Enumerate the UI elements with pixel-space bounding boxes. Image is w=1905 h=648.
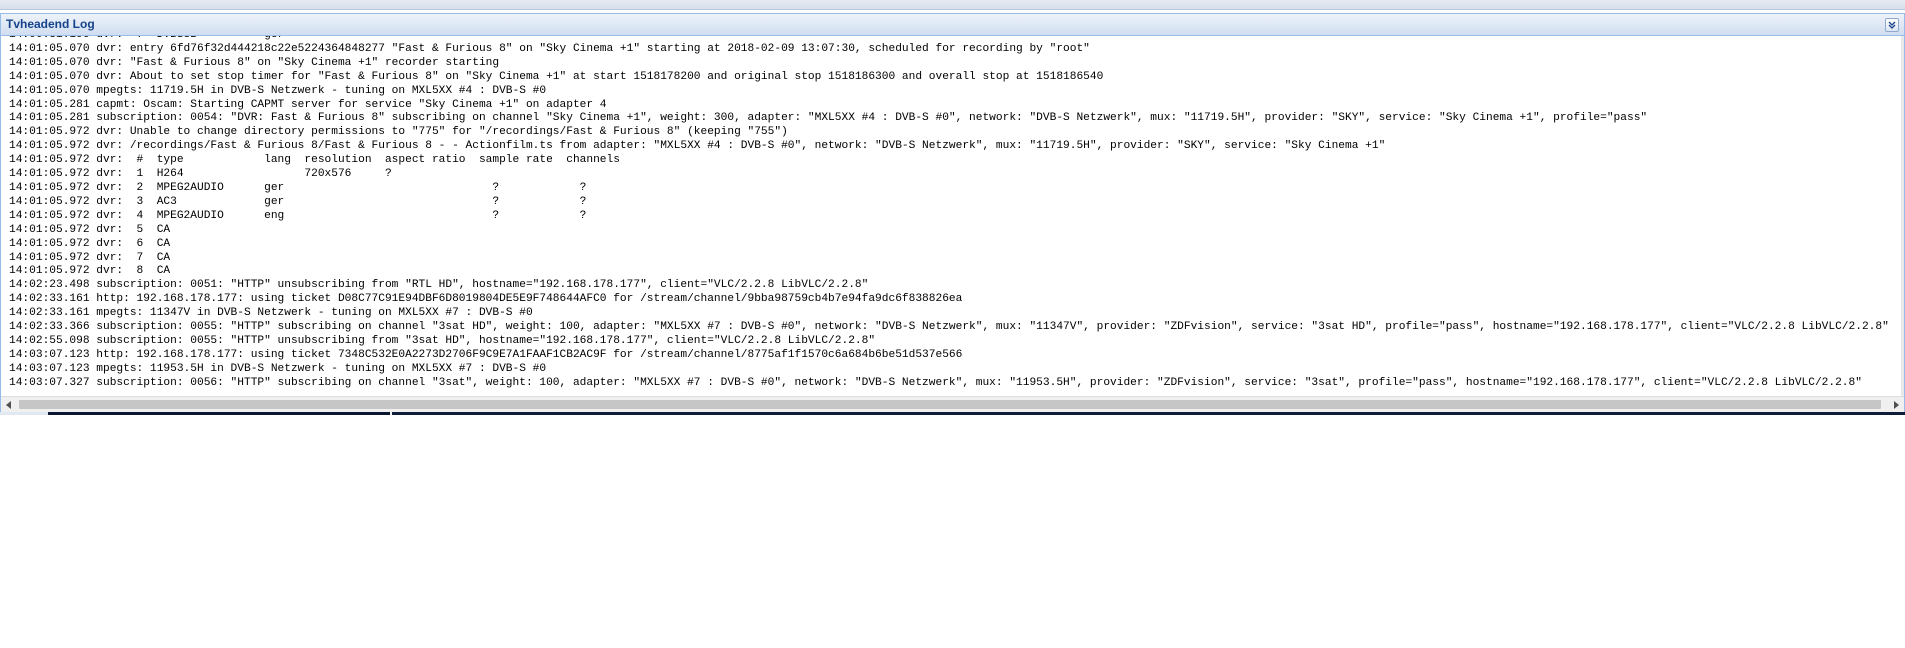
log-panel: Tvheadend Log 14:00:51.196 dvr: 7 DVBSUB… bbox=[0, 13, 1905, 413]
log-line: 14:01:05.972 dvr: 6 CA bbox=[9, 237, 171, 250]
log-line: 14:01:05.070 dvr: entry 6fd76f32d444218c… bbox=[9, 42, 1090, 55]
log-line: 14:01:05.972 dvr: # type lang resolution… bbox=[9, 154, 620, 167]
log-line: 14:01:05.972 dvr: 4 MPEG2AUDIO eng ? ? bbox=[9, 209, 587, 222]
log-line: 14:01:05.972 dvr: 8 CA bbox=[9, 265, 171, 278]
scroll-right-button[interactable] bbox=[1888, 397, 1904, 413]
log-line: 14:02:33.161 http: 192.168.178.177: usin… bbox=[9, 293, 963, 306]
log-line: 14:01:05.972 dvr: 3 AC3 ger ? ? bbox=[9, 195, 587, 208]
log-line: 14:03:07.123 http: 192.168.178.177: usin… bbox=[9, 348, 963, 361]
log-line: 14:01:05.972 dvr: /recordings/Fast & Fur… bbox=[9, 140, 1386, 153]
panel-header: Tvheadend Log bbox=[1, 14, 1904, 36]
bottom-edge-strip bbox=[0, 412, 1905, 415]
vertical-scrollbar[interactable] bbox=[1901, 36, 1904, 396]
log-line: 14:01:05.281 subscription: 0054: "DVR: F… bbox=[9, 112, 1648, 125]
log-line: 14:01:05.972 dvr: 2 MPEG2AUDIO ger ? ? bbox=[9, 181, 587, 194]
log-line: 14:00:51.196 dvr: 7 DVBSUB ger bbox=[9, 36, 1889, 43]
scroll-left-button[interactable] bbox=[1, 397, 17, 413]
collapse-button[interactable] bbox=[1885, 18, 1899, 32]
log-line: 14:01:05.281 capmt: Oscam: Starting CAPM… bbox=[9, 98, 607, 111]
log-line: 14:02:33.366 subscription: 0055: "HTTP" … bbox=[9, 321, 1889, 334]
horizontal-scrollbar[interactable] bbox=[1, 396, 1904, 413]
log-line: 14:01:05.972 dvr: 1 H264 720x576 ? bbox=[9, 168, 392, 181]
log-line: 14:03:07.123 mpegts: 11953.5H in DVB-S N… bbox=[9, 362, 547, 375]
panel-title: Tvheadend Log bbox=[6, 17, 95, 31]
log-output[interactable]: 14:00:51.196 dvr: 7 DVBSUB ger14:01:05.0… bbox=[1, 36, 1904, 396]
log-line: 14:01:05.972 dvr: Unable to change direc… bbox=[9, 126, 788, 139]
log-lines: 14:00:51.196 dvr: 7 DVBSUB ger14:01:05.0… bbox=[9, 36, 1889, 391]
log-line: 14:01:05.070 mpegts: 11719.5H in DVB-S N… bbox=[9, 84, 547, 97]
log-line: 14:02:23.498 subscription: 0051: "HTTP" … bbox=[9, 279, 869, 292]
log-line: 14:01:05.070 dvr: "Fast & Furious 8" on … bbox=[9, 56, 500, 69]
log-line: 14:02:55.098 subscription: 0055: "HTTP" … bbox=[9, 334, 876, 347]
log-line: 14:01:05.972 dvr: 5 CA bbox=[9, 223, 171, 236]
log-line: 14:01:05.070 dvr: About to set stop time… bbox=[9, 70, 1104, 83]
scrollbar-thumb[interactable] bbox=[19, 400, 1881, 409]
log-line: 14:03:07.327 subscription: 0056: "HTTP" … bbox=[9, 376, 1862, 389]
top-toolbar-strip bbox=[0, 0, 1905, 10]
log-line: 14:01:05.972 dvr: 7 CA bbox=[9, 251, 171, 264]
log-line: 14:02:33.161 mpegts: 11347V in DVB-S Net… bbox=[9, 307, 533, 320]
